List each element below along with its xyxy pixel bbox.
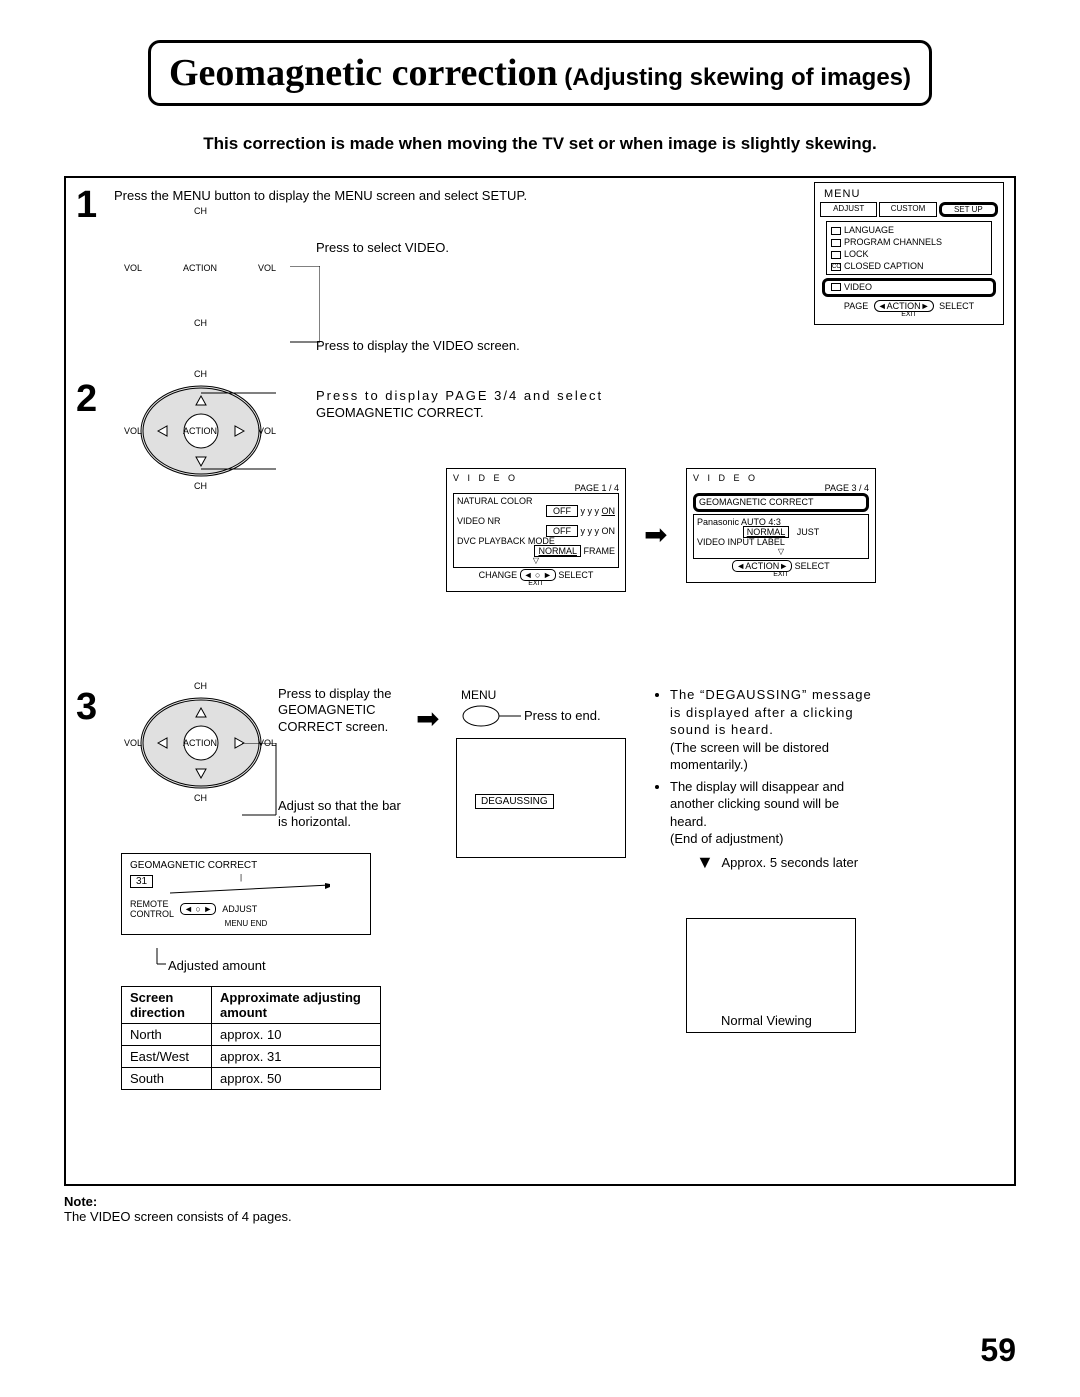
degauss-bullet-2: The display will disappear and another c… [670, 778, 876, 848]
tab-adjust: ADJUST [820, 202, 877, 217]
page-title-main: Geomagnetic correction [169, 52, 558, 94]
arrow-right-icon-2: ➡ [416, 702, 439, 735]
cc-icon: CC [831, 263, 841, 271]
degaussing-label: DEGAUSSING [475, 794, 554, 809]
step-1-number: 1 [76, 184, 97, 226]
approx-seconds: Approx. 5 seconds later [721, 855, 858, 870]
tv-icon [831, 239, 841, 247]
note-text: The VIDEO screen consists of 4 pages. [64, 1209, 292, 1224]
menu-button-icon [461, 704, 521, 728]
ch-label-b: CH [194, 318, 207, 328]
step-1-line-3: Press to display the VIDEO screen. [316, 338, 520, 353]
geo-correct-item: GEOMAGNETIC CORRECT [699, 497, 814, 507]
menu-video: VIDEO [844, 282, 872, 292]
manual-page: Geomagnetic correction (Adjusting skewin… [0, 0, 1080, 1397]
ch-label: CH [194, 206, 207, 216]
menu-language: LANGUAGE [844, 225, 894, 235]
osd-menu-title: MENU [820, 186, 998, 202]
page-title-box: Geomagnetic correction (Adjusting skewin… [148, 40, 932, 106]
vol-label-l: VOL [124, 263, 142, 273]
direction-table: Screen direction Approximate adjusting a… [121, 986, 381, 1090]
step-2-line-1: Press to display PAGE 3/4 and select [316, 388, 603, 403]
degauss-bullet-1: The “DEGAUSSING” message is displayed af… [670, 686, 876, 774]
tab-setup: SET UP [939, 202, 998, 217]
intro-text: This correction is made when moving the … [64, 134, 1016, 154]
footer-select: SELECT [939, 301, 974, 311]
lock-icon [831, 251, 841, 259]
content-frame: 1 Press the MENU button to display the M… [64, 176, 1016, 1186]
step-3-number: 3 [76, 686, 97, 728]
tab-custom: CUSTOM [879, 202, 936, 217]
menu-cc: CLOSED CAPTION [844, 261, 924, 271]
page-number: 59 [980, 1332, 1016, 1369]
menu-button-label: MENU [461, 688, 496, 702]
video-osd-page: PAGE 1 / 4 [453, 483, 619, 493]
video-input-label: VIDEO INPUT LABEL [697, 537, 865, 547]
normal-viewing: Normal Viewing [721, 1013, 812, 1028]
action-label: ACTION [183, 263, 217, 273]
globe-icon [831, 227, 841, 235]
press-to-end: Press to end. [524, 708, 601, 723]
video-osd-title: V I D E O [453, 473, 619, 483]
arrow-down-icon: ▼ [696, 852, 714, 872]
page-title-sub: (Adjusting skewing of images) [558, 64, 911, 91]
step-2-number: 2 [76, 378, 97, 420]
footer-page: PAGE [844, 301, 868, 311]
geo-correct-osd: GEOMAGNETIC CORRECT 31 | REMOTE CONTROL … [121, 853, 371, 935]
step-3-line-2: Adjust so that the bar is horizontal. [278, 798, 408, 831]
vol-label-r: VOL [258, 263, 276, 273]
step-3-line-1: Press to display the GEOMAGNETIC CORRECT… [278, 686, 408, 735]
geo-value: 31 [130, 875, 153, 888]
adjusted-amount-label: Adjusted amount [168, 958, 266, 973]
footer-exit: EXIT [820, 311, 998, 318]
arrow-right-icon: ➡ [644, 518, 667, 551]
video-icon [831, 283, 841, 291]
menu-lock: LOCK [844, 249, 869, 259]
step-1-line-1: Press the MENU button to display the MEN… [114, 188, 527, 203]
step-1-line-2: Press to select VIDEO. [316, 240, 449, 255]
menu-program: PROGRAM CHANNELS [844, 237, 942, 247]
video-nr: VIDEO NR [457, 516, 615, 526]
natural-color: NATURAL COLOR [457, 496, 615, 506]
note-label: Note: [64, 1194, 97, 1209]
